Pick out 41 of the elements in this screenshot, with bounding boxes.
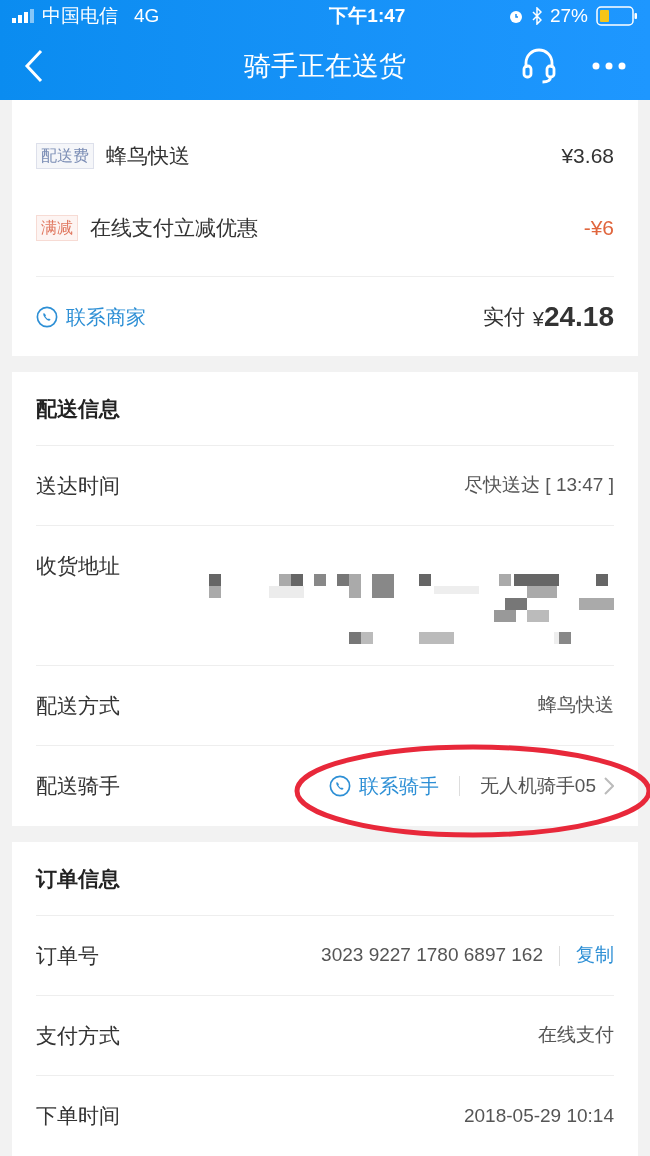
status-time: 下午1:47	[329, 3, 406, 28]
copy-button[interactable]: 复制	[576, 941, 614, 970]
battery-icon	[596, 6, 638, 26]
rider-name: 无人机骑手05	[479, 773, 596, 798]
fee-tag: 配送费	[36, 143, 94, 169]
fee-label: 在线支付立减优惠	[90, 215, 258, 242]
phone-icon	[328, 775, 351, 797]
more-icon[interactable]	[592, 62, 626, 70]
contact-merchant-button[interactable]: 联系商家	[36, 301, 146, 332]
row-label: 支付方式	[36, 1022, 121, 1049]
battery-percentage: 27%	[549, 3, 588, 28]
row-value: 尽快送达 [ 13:47 ]	[464, 473, 614, 498]
row-label: 配送骑手	[36, 773, 121, 800]
section-title: 订单信息	[36, 865, 120, 892]
chevron-right-icon[interactable]	[604, 777, 614, 795]
row-value: 蜂鸟快送	[538, 693, 614, 718]
row-label: 下单时间	[36, 1103, 121, 1130]
phone-icon	[36, 305, 58, 328]
headset-icon[interactable]	[522, 48, 556, 84]
row-label: 送达时间	[36, 472, 121, 499]
fee-tag: 满减	[36, 215, 78, 241]
section-title: 配送信息	[36, 395, 120, 422]
bluetooth-icon	[531, 7, 542, 25]
paid-label: 实付	[482, 303, 525, 330]
row-label: 订单号	[36, 942, 100, 969]
fee-amount: ¥3.68	[561, 143, 614, 170]
paid-amount: ¥24.18	[532, 299, 614, 334]
alarm-icon	[507, 8, 524, 24]
fee-label: 蜂鸟快送	[106, 143, 190, 170]
carrier-name: 中国电信	[42, 3, 118, 28]
page-title: 骑手正在送货	[244, 49, 406, 83]
row-label: 收货地址	[36, 553, 121, 579]
row-value: 在线支付	[538, 1023, 614, 1048]
order-number: 3023 9227 1780 6897 162	[321, 943, 543, 968]
contact-rider-button[interactable]: 联系骑手	[328, 771, 439, 801]
network-type: 4G	[134, 3, 160, 28]
row-value: 2018-05-29 10:14	[464, 1103, 614, 1128]
signal-icon	[12, 9, 34, 23]
back-icon[interactable]	[24, 49, 44, 83]
fee-amount: -¥6	[583, 215, 614, 242]
row-label: 配送方式	[36, 692, 121, 719]
